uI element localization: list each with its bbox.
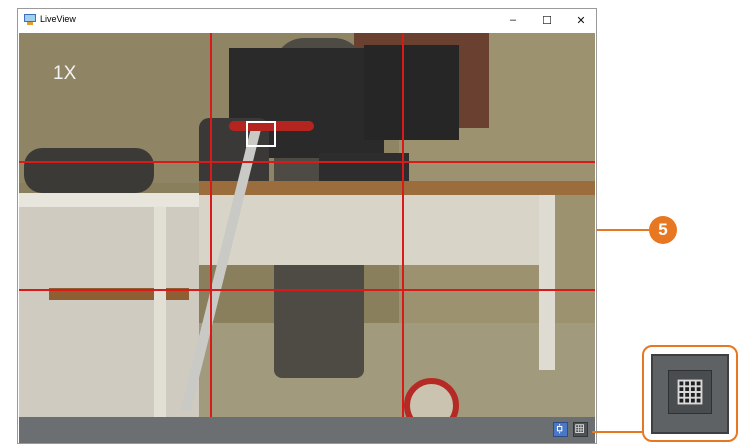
focus-area-icon: [556, 423, 563, 434]
grid-toggle-button-enlarged: [668, 370, 712, 414]
grid-overlay-icon: [677, 379, 703, 405]
minimize-button[interactable]: –: [496, 9, 530, 31]
desk-leg: [539, 195, 555, 370]
grid-line-vertical-1: [210, 33, 212, 417]
desk-front: [199, 195, 539, 265]
close-button[interactable]: ✕: [564, 9, 598, 31]
shelf-body: [19, 207, 199, 417]
grid-line-horizontal-1: [19, 161, 595, 163]
zoom-level: 1X: [53, 63, 77, 84]
maximize-button[interactable]: ☐: [530, 9, 564, 31]
grid-button-zoom-callout: [642, 345, 738, 442]
monitor-right: [364, 45, 459, 140]
liveview-app-icon: [24, 14, 36, 25]
focus-area-box[interactable]: [246, 121, 276, 147]
callout-zoom-leader-line: [592, 431, 642, 433]
bottom-toolbar: [19, 417, 595, 443]
shelf-top: [19, 193, 199, 207]
grid-overlay-icon: [575, 424, 584, 433]
grid-line-horizontal-2: [19, 289, 595, 291]
live-view-image[interactable]: 1X: [19, 33, 595, 417]
callout-leader-line: [597, 229, 649, 231]
title-bar[interactable]: LiveView – ☐ ✕: [18, 9, 596, 31]
window-title: LiveView: [40, 14, 76, 24]
focus-area-button[interactable]: [553, 422, 568, 437]
shelf-divider: [154, 207, 166, 417]
grid-line-vertical-2: [402, 33, 404, 417]
zoom-callout-frame: [651, 354, 729, 434]
grid-toggle-button[interactable]: [573, 422, 588, 437]
desk-top: [199, 181, 595, 195]
liveview-window: LiveView – ☐ ✕ 1X: [17, 8, 597, 444]
callout-number-badge: 5: [649, 216, 677, 244]
desk-items: [24, 148, 154, 193]
